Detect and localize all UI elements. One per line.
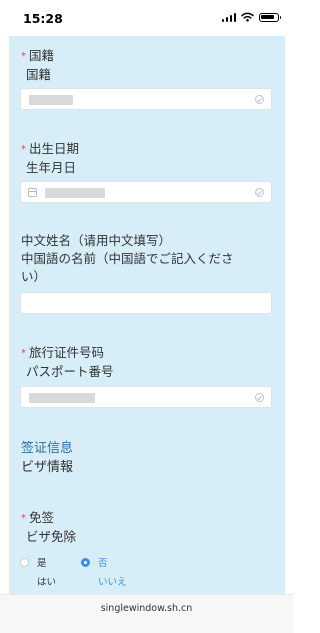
nationality-label-cn: 国籍 (29, 48, 55, 63)
check-circle-icon (255, 188, 264, 197)
chinese-name-label-jp-cont: い） (21, 269, 47, 284)
visa-section-title-cn: 签证信息 (21, 441, 74, 456)
masked-value (29, 393, 95, 403)
radio-option-yes-label-cn: 是 (37, 558, 47, 569)
masked-value (29, 95, 73, 105)
calendar-icon (28, 188, 37, 197)
radio-option-no-label-cn: 否 (98, 558, 108, 569)
birth-date-label-cn: 出生日期 (29, 141, 80, 156)
radio-option-yes[interactable]: 是 (20, 555, 47, 569)
nationality-select[interactable] (20, 88, 272, 110)
visa-exempt-label: * 免签 ビザ免除 (21, 509, 76, 546)
url-text: singlewindow.sh.cn (100, 603, 193, 614)
passport-number-label: * 旅行证件号码 パスポート番号 (21, 344, 114, 381)
nationality-label-jp: 国籍 (26, 67, 52, 82)
required-mark: * (21, 348, 26, 359)
form-panel: * 国籍 国籍 * 出生日期 生年月日 中文姓名（请用中文填写） 中国語の名前（中国… (9, 36, 285, 594)
visa-exempt-label-cn: 免签 (29, 510, 55, 525)
browser-url-bar[interactable]: singlewindow.sh.cn (0, 594, 293, 633)
masked-value (45, 188, 105, 198)
nationality-label: * 国籍 国籍 (21, 47, 54, 84)
passport-number-label-cn: 旅行证件号码 (29, 345, 105, 360)
battery-icon (259, 12, 281, 22)
visa-exempt-label-jp: ビザ免除 (26, 529, 77, 544)
passport-number-input[interactable] (20, 386, 272, 408)
required-mark: * (21, 144, 26, 155)
chinese-name-input[interactable] (20, 292, 272, 314)
wifi-icon (241, 12, 254, 22)
birth-date-picker[interactable] (20, 181, 272, 203)
check-circle-icon (255, 95, 264, 104)
chinese-name-label-cn: 中文姓名（请用中文填写） (21, 233, 172, 248)
radio-option-yes-label-jp: はい (37, 577, 57, 588)
birth-date-label-jp: 生年月日 (26, 160, 77, 175)
passport-number-label-jp: パスポート番号 (26, 364, 114, 379)
status-time: 15:28 (23, 11, 63, 26)
radio-checked-icon (81, 557, 90, 567)
cellular-signal-icon (221, 12, 236, 22)
visa-section-title-jp: ビザ情報 (21, 460, 74, 475)
chinese-name-label-jp: 中国語の名前（中国語でご記入くださ (21, 251, 234, 266)
required-mark: * (21, 513, 26, 524)
chinese-name-label: 中文姓名（请用中文填写） 中国語の名前（中国語でご記入くださ い） (21, 232, 277, 286)
visa-section-header: 签证信息 ビザ情報 (21, 439, 73, 477)
status-bar: 15:28 (0, 0, 293, 36)
radio-unchecked-icon (20, 557, 29, 567)
required-mark: * (21, 51, 26, 62)
status-icons (221, 12, 281, 22)
radio-option-no-label-jp: いいえ (98, 577, 127, 588)
check-circle-icon (255, 393, 264, 402)
radio-option-no[interactable]: 否 (81, 555, 108, 569)
birth-date-label: * 出生日期 生年月日 (21, 140, 79, 177)
